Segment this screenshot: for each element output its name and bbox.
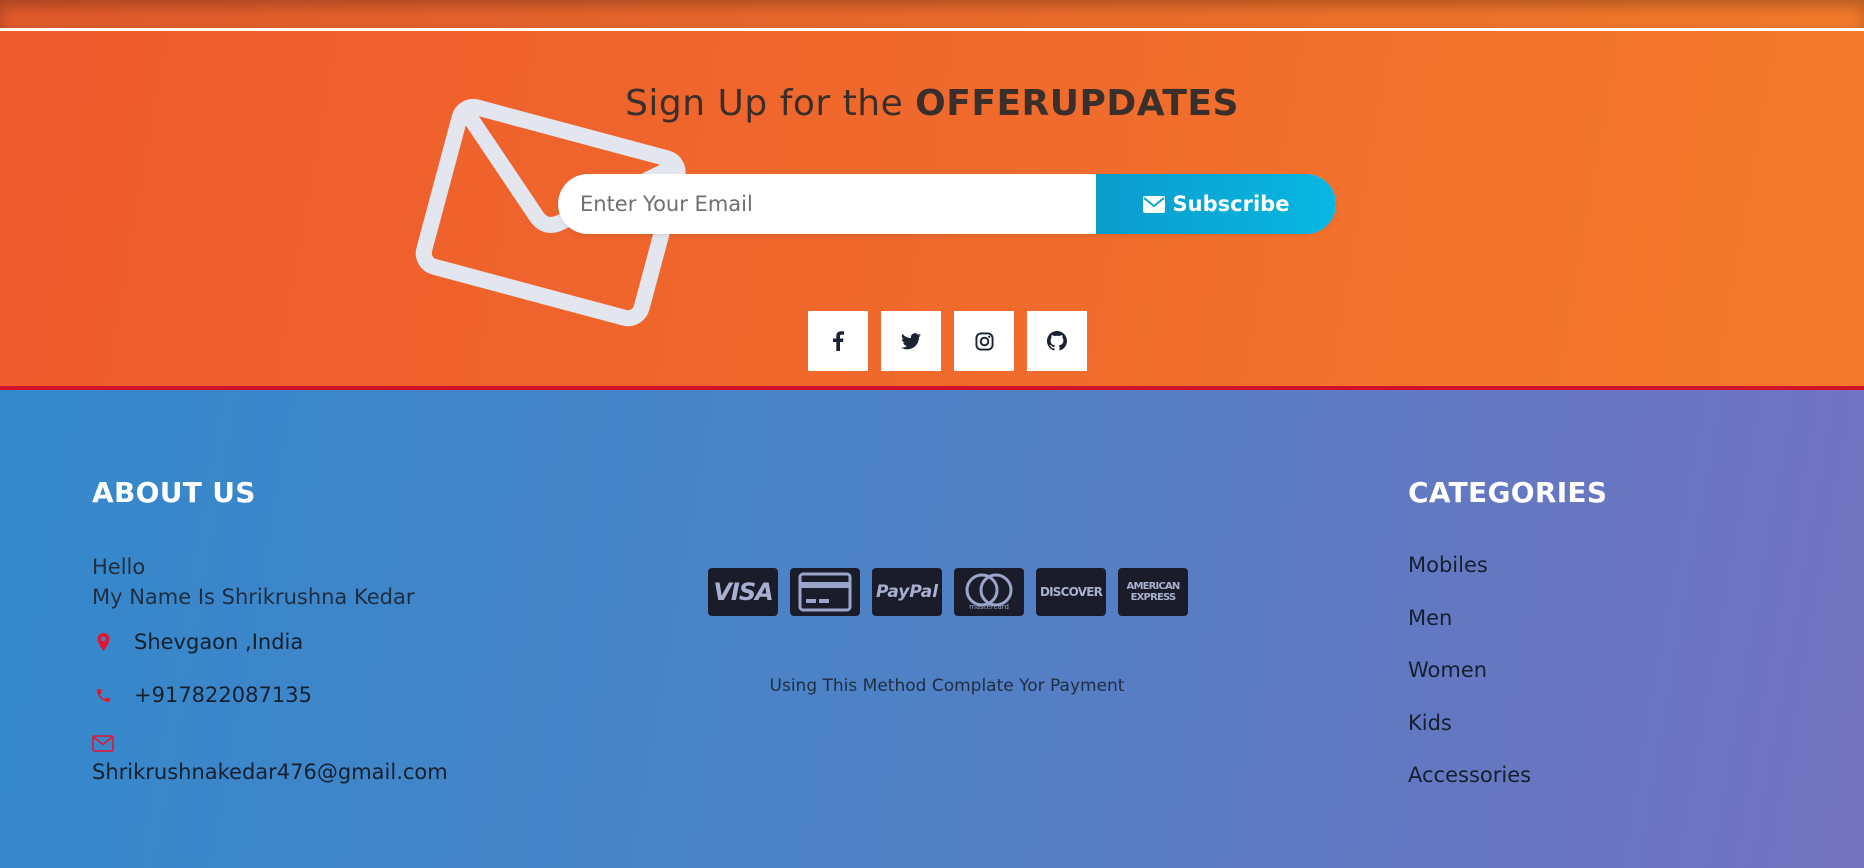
about-text: Hello My Name Is Shrikrushna Kedar — [92, 552, 414, 612]
category-men[interactable]: Men — [1408, 606, 1531, 659]
credit-card-icon — [790, 568, 860, 616]
github-link[interactable] — [1027, 311, 1087, 371]
newsletter-title-bold: OFFERUPDATES — [915, 83, 1239, 124]
subscribe-form: Subscribe — [558, 174, 1336, 234]
email-row: Shrikrushnakedar476@gmail.com — [92, 735, 448, 784]
paypal-card-icon: PayPal — [872, 568, 942, 616]
category-mobiles[interactable]: Mobiles — [1408, 553, 1531, 606]
about-line-2: My Name Is Shrikrushna Kedar — [92, 585, 415, 609]
envelope-small-icon — [1142, 195, 1165, 213]
discover-label: DISCOVER — [1039, 585, 1103, 599]
mastercard-label: mastercard — [969, 603, 1009, 611]
about-line-1: Hello — [92, 555, 146, 579]
location-text: Shevgaon ,India — [134, 630, 304, 654]
footer: ABOUT US Hello My Name Is Shrikrushna Ke… — [0, 390, 1864, 868]
category-accessories[interactable]: Accessories — [1408, 763, 1531, 816]
twitter-icon — [901, 332, 921, 349]
categories-title: CATEGORIES — [1408, 476, 1608, 509]
social-links — [808, 311, 1087, 371]
email-text: Shrikrushnakedar476@gmail.com — [92, 760, 448, 784]
newsletter-section: Sign Up for the OFFERUPDATES Subscribe — [0, 31, 1864, 386]
map-marker-icon — [92, 633, 114, 651]
twitter-link[interactable] — [881, 311, 941, 371]
discover-card-icon: DISCOVER — [1036, 568, 1106, 616]
newsletter-title: Sign Up for the OFFERUPDATES — [625, 83, 1239, 124]
payment-note: Using This Method Complate Yor Payment — [769, 676, 1125, 696]
subscribe-button[interactable]: Subscribe — [1096, 174, 1336, 234]
categories-list: Mobiles Men Women Kids Accessories — [1408, 553, 1531, 816]
category-women[interactable]: Women — [1408, 658, 1531, 711]
location-row: Shevgaon ,India — [92, 630, 303, 654]
envelope-outline-icon — [92, 735, 114, 752]
amex-card-icon: AMERICAN EXPRESS — [1118, 568, 1188, 616]
category-kids[interactable]: Kids — [1408, 711, 1531, 764]
amex-label: AMERICAN EXPRESS — [1126, 581, 1181, 603]
paypal-label: PayPal — [875, 582, 939, 602]
payment-cards: VISA PayPal mastercard DISCOVER AMERICAN… — [708, 568, 1188, 616]
facebook-link[interactable] — [808, 311, 868, 371]
email-input[interactable] — [558, 174, 1096, 234]
header-shadow-band — [0, 0, 1864, 28]
instagram-link[interactable] — [954, 311, 1014, 371]
github-icon — [1047, 331, 1067, 351]
visa-card-icon: VISA — [708, 568, 778, 616]
subscribe-label: Subscribe — [1172, 192, 1290, 216]
mastercard-card-icon: mastercard — [954, 568, 1024, 616]
instagram-icon — [974, 331, 994, 351]
visa-label: VISA — [713, 578, 773, 606]
facebook-icon — [833, 331, 844, 351]
about-title: ABOUT US — [92, 476, 256, 509]
